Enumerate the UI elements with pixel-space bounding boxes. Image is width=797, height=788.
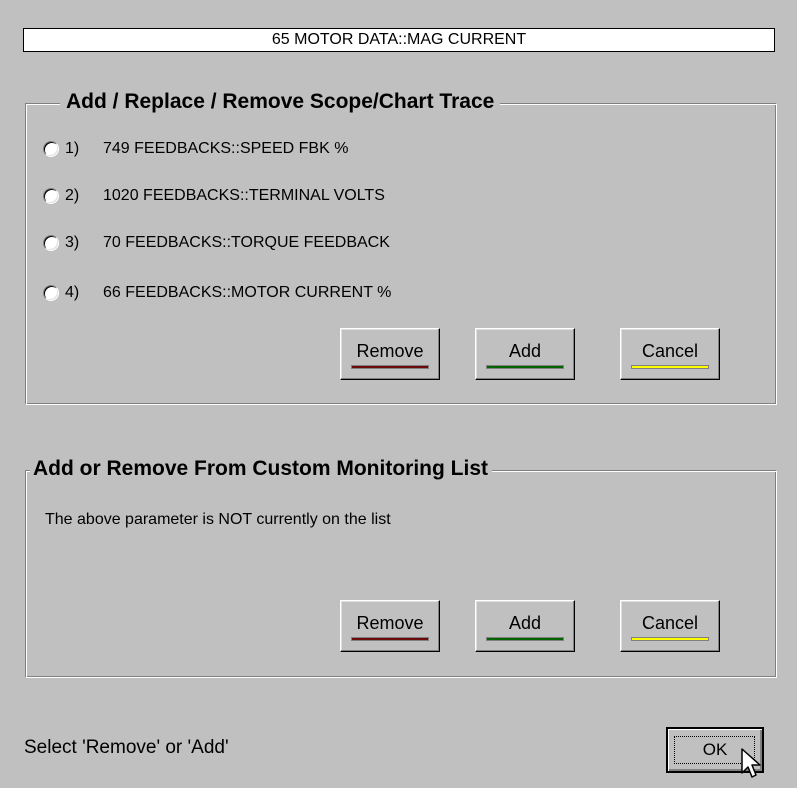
parameter-title: 65 MOTOR DATA::MAG CURRENT [271,31,527,48]
monitoring-remove-button[interactable]: Remove [340,600,440,652]
trace-option-4-radio[interactable] [43,285,59,301]
trace-cancel-label: Cancel [641,341,699,361]
remove-color-bar [351,365,429,369]
add-color-bar [486,365,564,369]
monitoring-add-label: Add [508,613,542,633]
trace-option-1-label: 749 FEEDBACKS::SPEED FBK % [103,140,349,157]
trace-option-2-radio[interactable] [43,188,59,204]
monitoring-status-message: The above parameter is NOT currently on … [45,511,391,528]
trace-option-4[interactable]: 4) 66 FEEDBACKS::MOTOR CURRENT % [43,281,391,305]
trace-add-button[interactable]: Add [475,328,575,380]
trace-option-1-number: 1) [65,140,80,157]
trace-groupbox-legend: Add / Replace / Remove Scope/Chart Trace [60,89,501,115]
remove-color-bar [351,637,429,641]
monitoring-cancel-label: Cancel [641,613,699,633]
cancel-color-bar [631,637,709,641]
trace-option-1-radio[interactable] [43,141,59,157]
trace-option-1[interactable]: 1) 749 FEEDBACKS::SPEED FBK % [43,137,348,161]
add-color-bar [486,637,564,641]
trace-option-3-label: 70 FEEDBACKS::TORQUE FEEDBACK [103,234,390,251]
monitoring-groupbox-legend: Add or Remove From Custom Monitoring Lis… [30,456,492,482]
monitoring-remove-label: Remove [356,613,424,633]
status-bar-text: Select 'Remove' or 'Add' [24,737,229,758]
monitoring-add-button[interactable]: Add [475,600,575,652]
arrow-cursor-icon [741,748,761,778]
monitoring-cancel-button[interactable]: Cancel [620,600,720,652]
trace-remove-button[interactable]: Remove [340,328,440,380]
trace-option-3-radio[interactable] [43,235,59,251]
trace-add-label: Add [508,341,542,361]
trace-option-3[interactable]: 3) 70 FEEDBACKS::TORQUE FEEDBACK [43,231,390,255]
trace-remove-label: Remove [356,341,424,361]
trace-option-2[interactable]: 2) 1020 FEEDBACKS::TERMINAL VOLTS [43,184,385,208]
trace-cancel-button[interactable]: Cancel [620,328,720,380]
cancel-color-bar [631,365,709,369]
trace-option-4-number: 4) [65,284,80,301]
trace-option-2-number: 2) [65,187,80,204]
trace-option-3-number: 3) [65,234,80,251]
trace-option-2-label: 1020 FEEDBACKS::TERMINAL VOLTS [103,187,385,204]
parameter-title-box: 65 MOTOR DATA::MAG CURRENT [23,28,775,52]
trace-option-4-label: 66 FEEDBACKS::MOTOR CURRENT % [103,284,392,301]
